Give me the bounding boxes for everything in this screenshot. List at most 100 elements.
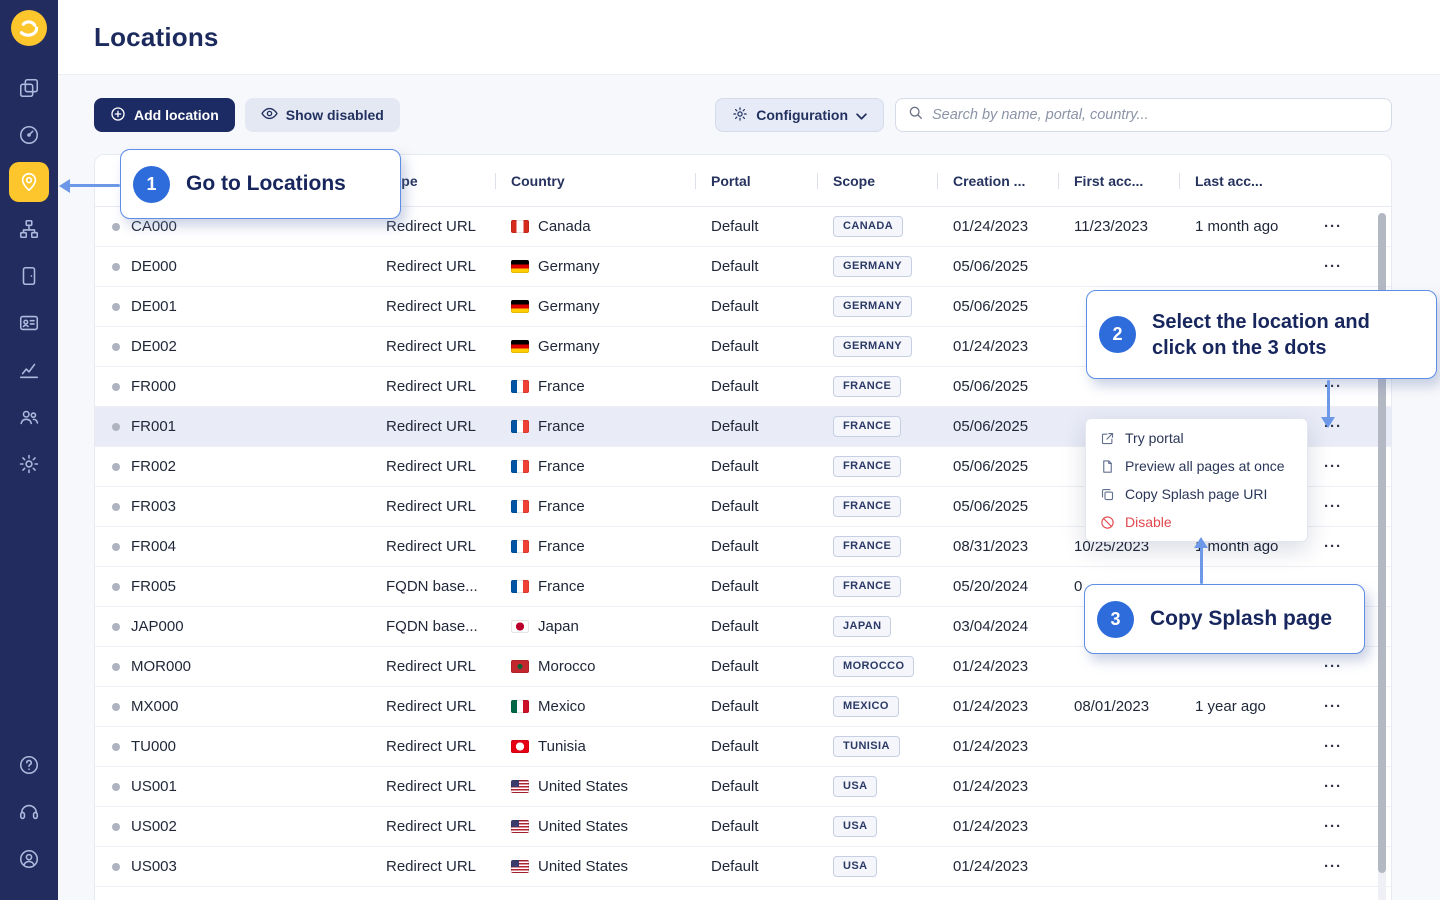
sidebar-item-users[interactable] [9,397,49,437]
location-name: FR005 [131,578,176,595]
row-actions-button[interactable]: ··· [1322,735,1344,758]
portal-name: Default [695,378,817,395]
callout-text: Copy Splash page [1150,605,1332,632]
country-name: Morocco [538,658,596,675]
sidebar-item-pages[interactable] [9,68,49,108]
row-actions-button[interactable]: ··· [1322,215,1344,238]
location-type: Redirect URL [370,458,495,475]
country-name: France [538,458,585,475]
location-type: Redirect URL [370,818,495,835]
table-row[interactable]: DE000Redirect URLGermanyDefaultGERMANY05… [95,247,1391,287]
portal-name: Default [695,698,817,715]
configuration-label: Configuration [756,107,848,123]
row-actions-button[interactable]: ··· [1322,535,1344,558]
table-row[interactable]: US002Redirect URLUnited StatesDefaultUSA… [95,807,1391,847]
disable-icon [1099,515,1115,530]
location-type: Redirect URL [370,418,495,435]
callout-select-location: 2 Select the location and click on the 3… [1086,290,1437,379]
location-type: Redirect URL [370,538,495,555]
menu-item-copy-splash-uri[interactable]: Copy Splash page URI [1086,480,1307,508]
sidebar-item-contacts[interactable] [9,303,49,343]
search-box[interactable] [895,98,1392,132]
configuration-button[interactable]: Configuration [715,98,884,132]
sidebar-item-dashboard[interactable] [9,115,49,155]
menu-item-preview-all-pages[interactable]: Preview all pages at once [1086,452,1307,480]
location-type: Redirect URL [370,258,495,275]
row-actions-button[interactable]: ··· [1322,855,1344,878]
last-access-date: 1 year ago [1179,698,1298,715]
column-header-country[interactable]: Country [495,173,695,189]
creation-date: 01/24/2023 [937,338,1058,355]
location-name: DE001 [131,298,177,315]
status-dot-icon [112,663,120,671]
status-dot-icon [112,303,120,311]
sidebar-item-support[interactable] [9,792,49,832]
sidebar-item-account[interactable] [9,839,49,879]
search-input[interactable] [932,107,1379,123]
column-header-scope[interactable]: Scope [817,173,937,189]
creation-date: 01/24/2023 [937,818,1058,835]
page-title: Locations [94,22,219,53]
table-row[interactable]: US001Redirect URLUnited StatesDefaultUSA… [95,767,1391,807]
location-name: MX000 [131,698,179,715]
country-name: Japan [538,618,579,635]
status-dot-icon [112,463,120,471]
sidebar-item-locations[interactable] [9,162,49,202]
location-name: FR003 [131,498,176,515]
status-dot-icon [112,623,120,631]
network-icon [18,218,40,240]
scope-badge: USA [833,776,877,796]
column-header-first-access[interactable]: First acc... [1058,173,1179,189]
row-actions-button[interactable]: ··· [1322,455,1344,478]
portal-name: Default [695,538,817,555]
app-logo-icon[interactable] [11,10,47,46]
add-location-button[interactable]: Add location [94,98,235,132]
menu-item-disable[interactable]: Disable [1086,508,1307,536]
status-dot-icon [112,783,120,791]
row-actions-button[interactable]: ··· [1322,655,1344,678]
column-header-creation[interactable]: Creation ... [937,173,1058,189]
creation-date: 01/24/2023 [937,858,1058,875]
row-actions-button[interactable]: ··· [1322,695,1344,718]
status-dot-icon [112,503,120,511]
row-actions-button[interactable]: ··· [1322,255,1344,278]
location-type: Redirect URL [370,778,495,795]
show-disabled-button[interactable]: Show disabled [245,98,400,132]
country-flag-icon [511,860,529,873]
table-row[interactable]: TU000Redirect URLTunisiaDefaultTUNISIA01… [95,727,1391,767]
sidebar-item-portal[interactable] [9,256,49,296]
table-row[interactable]: US003Redirect URLUnited StatesDefaultUSA… [95,847,1391,887]
sidebar-item-analytics[interactable] [9,350,49,390]
country-name: United States [538,858,628,875]
row-actions-button[interactable]: ··· [1322,495,1344,518]
country-name: Germany [538,298,600,315]
table-row[interactable]: MX000Redirect URLMexicoDefaultMEXICO01/2… [95,687,1391,727]
portal-name: Default [695,858,817,875]
arrow-to-row-actions-line [1327,380,1330,418]
copy-icon [1099,487,1115,502]
portal-name: Default [695,298,817,315]
row-actions-button[interactable]: ··· [1322,815,1344,838]
menu-item-try-portal[interactable]: Try portal [1086,424,1307,452]
country-flag-icon [511,820,529,833]
sidebar-item-network[interactable] [9,209,49,249]
scope-badge: GERMANY [833,336,912,356]
creation-date: 05/06/2025 [937,258,1058,275]
scope-badge: FRANCE [833,496,901,516]
status-dot-icon [112,343,120,351]
column-header-portal[interactable]: Portal [695,173,817,189]
column-header-last-access[interactable]: Last acc... [1179,173,1298,189]
status-dot-icon [112,863,120,871]
creation-date: 01/24/2023 [937,738,1058,755]
scope-badge: GERMANY [833,296,912,316]
country-name: Germany [538,258,600,275]
creation-date: 08/31/2023 [937,538,1058,555]
scope-badge: FRANCE [833,456,901,476]
sidebar-item-settings[interactable] [9,444,49,484]
country-flag-icon [511,260,529,273]
sidebar-item-help[interactable] [9,745,49,785]
location-name: US003 [131,858,177,875]
creation-date: 01/24/2023 [937,658,1058,675]
row-actions-button[interactable]: ··· [1322,775,1344,798]
last-access-date: 1 month ago [1179,218,1298,235]
